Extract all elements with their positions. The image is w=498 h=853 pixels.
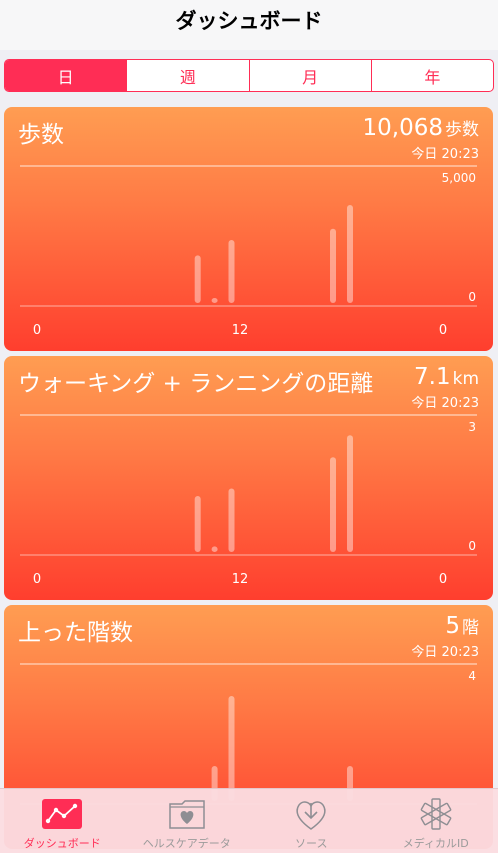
card-title: ウォーキング + ランニングの距離 <box>18 371 374 397</box>
bar-hour-10 <box>211 298 218 303</box>
value-number: 5 <box>445 613 460 639</box>
bar-hour-17 <box>330 228 336 303</box>
bar-hour-18 <box>347 435 353 552</box>
card-timestamp: 今日 20:23 <box>411 147 479 162</box>
bar-hour-11 <box>228 696 235 801</box>
distance-card[interactable]: 3 0 0 12 0 ウォーキング + ランニングの距離 7.1 km 今日 20… <box>4 356 493 600</box>
y-label-max: 3 <box>468 420 476 434</box>
value-unit: 階 <box>462 618 479 638</box>
page-title: ダッシュボード <box>175 9 323 33</box>
segment-month[interactable]: 月 <box>250 60 372 91</box>
card-value: 5階 <box>445 613 479 639</box>
tab-sources[interactable]: ソース <box>249 789 374 853</box>
navigation-bar: ダッシュボード <box>0 0 498 50</box>
bar-hour-18 <box>347 205 353 303</box>
y-label-min: 0 <box>468 290 476 304</box>
bar-hour-11 <box>228 488 235 552</box>
bar-hour-11 <box>228 240 235 303</box>
bar-hour-9 <box>194 255 201 303</box>
card-title: 上った階数 <box>18 620 133 646</box>
y-label-max: 4 <box>468 669 476 683</box>
card-title: 歩数 <box>18 122 64 148</box>
period-segmented-control: 日 週 月 年 <box>4 59 494 92</box>
card-value: 10,068 歩数 <box>363 115 479 141</box>
tab-label: ソース <box>295 837 328 850</box>
card-timestamp: 今日 20:23 <box>411 396 479 411</box>
tab-label: ヘルスケアデータ <box>142 837 231 850</box>
segment-week[interactable]: 週 <box>127 60 250 91</box>
bar-hour-9 <box>194 496 201 552</box>
x-label-end: 0 <box>439 572 447 587</box>
tab-label: ダッシュボード <box>23 837 101 850</box>
tab-bar: ダッシュボード ヘルスケアデータ ソース メディカルID <box>0 788 498 853</box>
medical-id-icon <box>416 797 456 831</box>
value-number: 7.1 <box>414 364 451 390</box>
bar-hour-17 <box>330 457 336 552</box>
segment-year[interactable]: 年 <box>372 60 493 91</box>
card-timestamp: 今日 20:23 <box>411 645 479 660</box>
card-value: 7.1 km <box>414 364 479 390</box>
steps-card[interactable]: 5,000 0 0 12 0 歩数 10,068 歩数 今日 20:23 <box>4 107 493 351</box>
segment-day[interactable]: 日 <box>5 60 128 91</box>
bar-hour-10 <box>211 546 218 552</box>
sources-icon <box>291 797 331 831</box>
tab-dashboard[interactable]: ダッシュボード <box>0 789 125 853</box>
dashboard-icon <box>42 797 83 831</box>
value-number: 10,068 <box>362 115 443 141</box>
y-label-max: 5,000 <box>442 171 476 185</box>
x-label-noon: 12 <box>232 323 249 338</box>
tab-medical-id[interactable]: メディカルID <box>374 789 498 853</box>
x-label-start: 0 <box>33 572 41 587</box>
x-label-start: 0 <box>33 323 41 338</box>
health-data-icon <box>167 797 207 831</box>
value-unit: 歩数 <box>445 120 479 140</box>
x-label-noon: 12 <box>232 572 249 587</box>
value-unit: km <box>452 369 479 389</box>
y-label-min: 0 <box>468 539 476 553</box>
tab-health-data[interactable]: ヘルスケアデータ <box>125 789 250 853</box>
tab-label: メディカルID <box>402 837 469 850</box>
x-label-end: 0 <box>439 323 447 338</box>
